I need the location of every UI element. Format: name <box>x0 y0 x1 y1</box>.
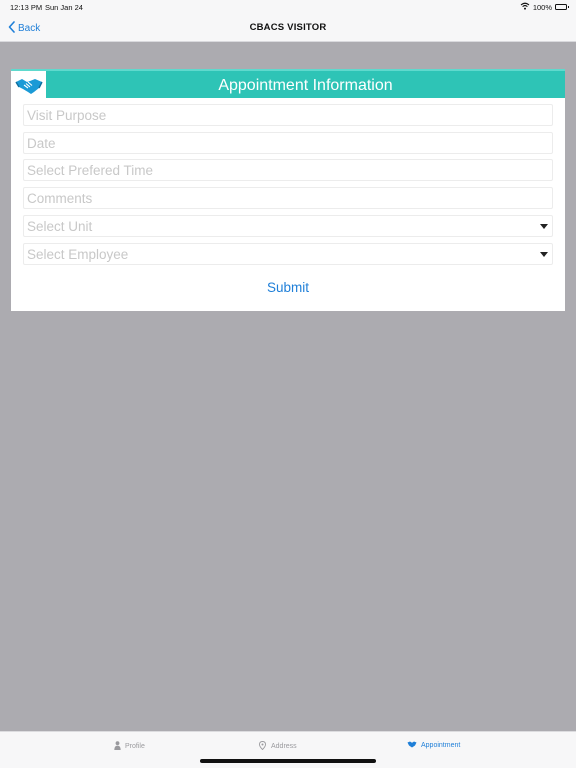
appointment-form-card: Appointment Information Visit Purpose Da… <box>11 69 565 311</box>
navigation-bar: Back CBACS VISITOR <box>0 14 576 42</box>
handshake-icon <box>407 741 417 750</box>
tab-address[interactable]: Address <box>258 741 297 752</box>
form-title: Appointment Information <box>218 77 393 94</box>
person-icon <box>114 741 121 752</box>
unit-select-label: Select Unit <box>27 219 93 234</box>
tab-address-label: Address <box>271 743 297 750</box>
unit-select[interactable]: Select Unit <box>23 215 553 237</box>
dropdown-arrow-icon <box>540 252 548 257</box>
status-indicators: 100% <box>520 2 569 12</box>
battery-percent: 100% <box>532 2 552 12</box>
page-title: CBACS VISITOR <box>249 22 327 33</box>
comments-input[interactable]: Comments <box>23 187 553 209</box>
battery-icon <box>555 4 569 10</box>
status-time: 12:13 PM <box>10 3 43 12</box>
employee-select[interactable]: Select Employee <box>23 243 553 265</box>
tab-appointment-label: Appointment <box>421 742 461 749</box>
home-indicator[interactable] <box>200 759 376 763</box>
date-input[interactable]: Date <box>23 132 553 154</box>
dropdown-arrow-icon <box>540 224 548 229</box>
status-bar: 12:13 PM Sun Jan 24 100% <box>0 0 576 14</box>
wifi-icon <box>520 2 530 12</box>
submit-button[interactable]: Submit <box>11 280 565 295</box>
handshake-icon <box>11 71 46 100</box>
tab-profile[interactable]: Profile <box>114 741 145 752</box>
tab-profile-label: Profile <box>125 743 145 750</box>
tab-appointment[interactable]: Appointment <box>407 741 460 750</box>
visit-purpose-input[interactable]: Visit Purpose <box>23 104 553 126</box>
preferred-time-input[interactable]: Select Prefered Time <box>23 159 553 181</box>
map-pin-icon <box>258 741 267 752</box>
employee-select-label: Select Employee <box>27 247 129 262</box>
status-date: Sun Jan 24 <box>45 3 83 12</box>
form-header: Appointment Information <box>11 69 565 100</box>
